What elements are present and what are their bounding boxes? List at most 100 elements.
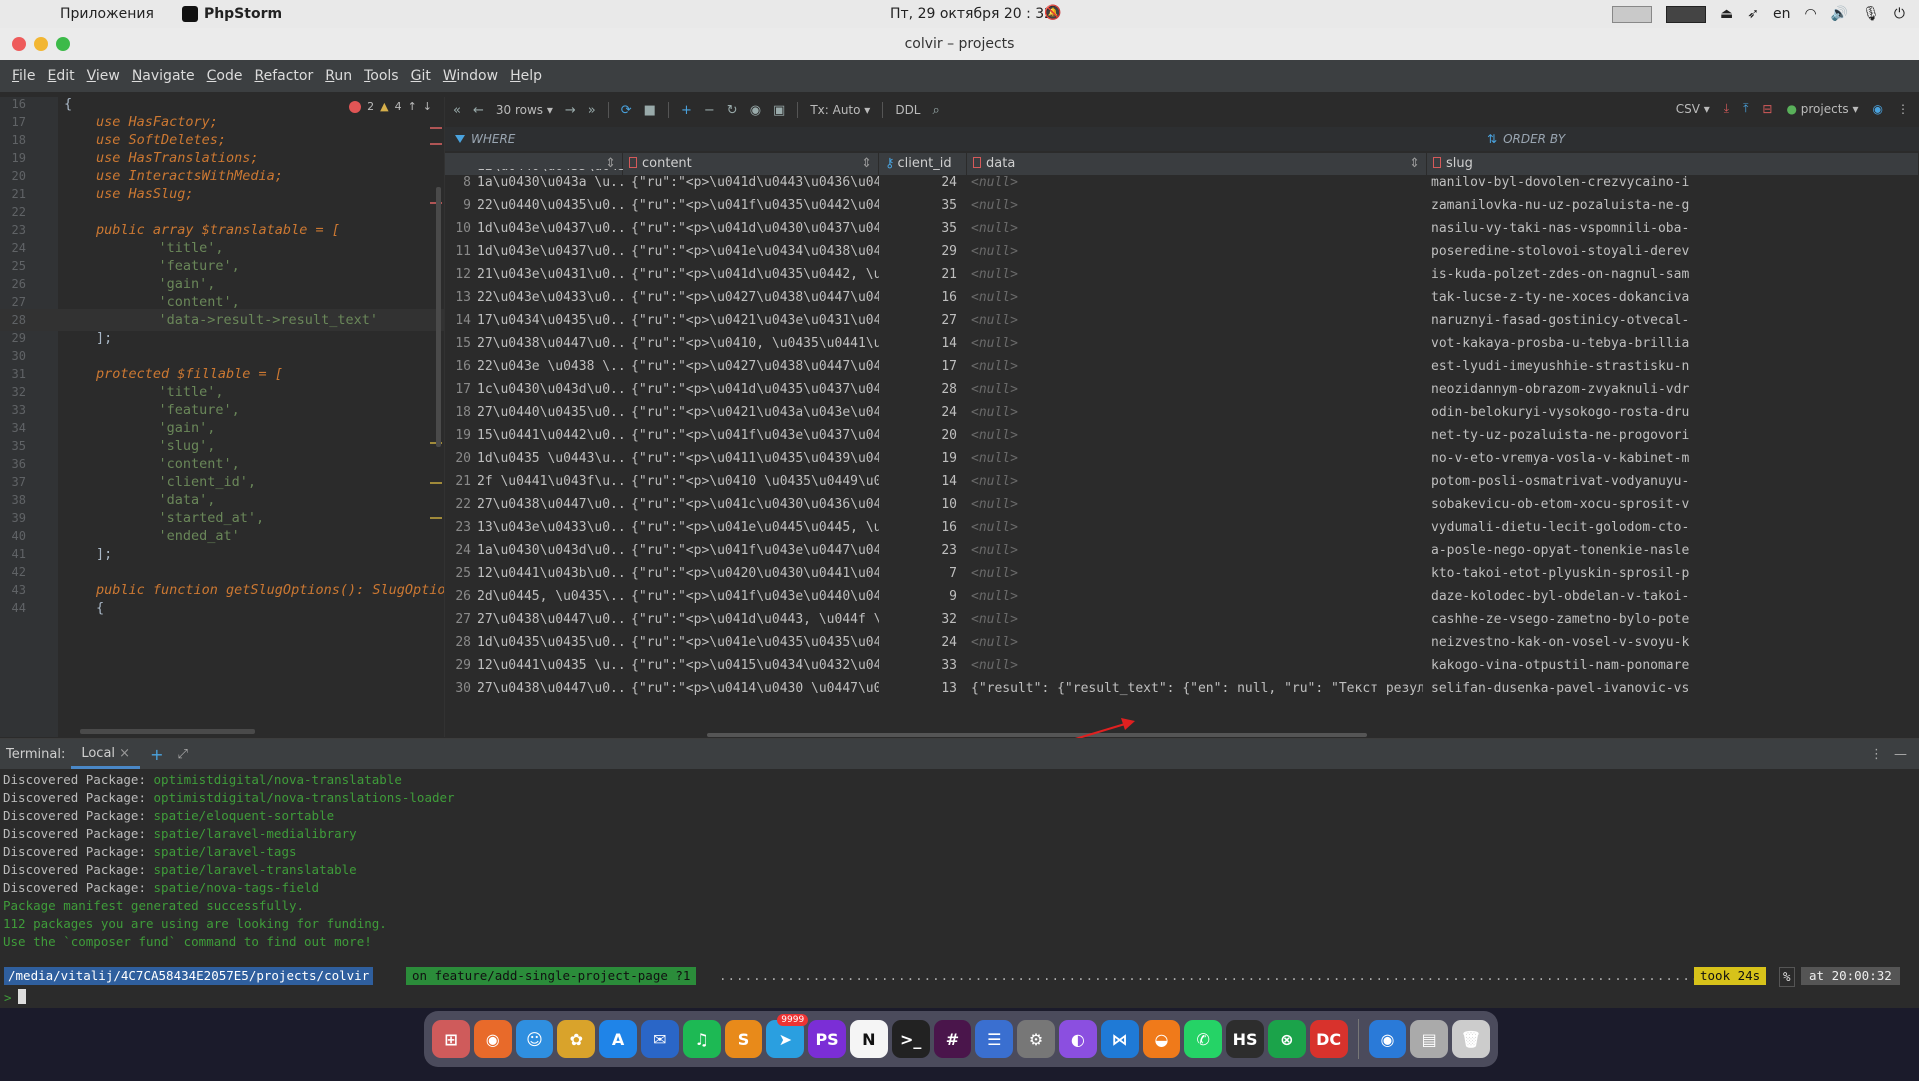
- dock-sublime-icon[interactable]: S: [724, 1020, 763, 1058]
- menu-window[interactable]: Window: [437, 68, 504, 84]
- microphone-icon[interactable]: 🎙: [1862, 6, 1880, 22]
- cell-title[interactable]: 1c\u0430\u043d\u0...: [473, 378, 623, 401]
- cell-title[interactable]: 1a\u0430\u043d\u0...: [473, 539, 623, 562]
- table-row[interactable]: 30 27\u0438\u0447\u0... {"ru":"<p>\u0414\u…: [445, 677, 1919, 700]
- cell-client-id[interactable]: 35: [879, 194, 963, 217]
- cell-client-id[interactable]: 27: [879, 309, 963, 332]
- cell-client-id[interactable]: 19: [879, 447, 963, 470]
- cell-content[interactable]: {"ru":"<p>\u0415\u0434\u0432\u0430 \u...: [627, 654, 879, 677]
- menu-edit[interactable]: Edit: [41, 68, 80, 84]
- wifi-icon[interactable]: ◠: [1804, 6, 1816, 22]
- cell-slug[interactable]: daze-kolodec-byl-obdelan-v-takoi-: [1427, 585, 1919, 608]
- view-icon[interactable]: ◉: [750, 103, 761, 118]
- cell-client-id[interactable]: 29: [879, 240, 963, 263]
- cell-data[interactable]: <null>: [967, 585, 1423, 608]
- ddl-button[interactable]: DDL: [895, 103, 920, 117]
- cell-title[interactable]: 15\u0441\u0442\u0...: [473, 424, 623, 447]
- cell-title[interactable]: 27\u0438\u0447\u0...: [473, 332, 623, 355]
- cell-title[interactable]: 1d\u0435\u0435\u0...: [473, 631, 623, 654]
- row-number[interactable]: 12: [445, 263, 471, 286]
- dock-sublime-merge-icon[interactable]: ◒: [1142, 1020, 1181, 1058]
- dark-theme-swatch[interactable]: [1666, 5, 1707, 23]
- cell-data[interactable]: <null>: [967, 171, 1423, 194]
- clock[interactable]: Пт, 29 октября 20 : 32: [890, 6, 1053, 22]
- row-number[interactable]: 25: [445, 562, 471, 585]
- cell-client-id[interactable]: 28: [879, 378, 963, 401]
- cell-data[interactable]: <null>: [967, 240, 1423, 263]
- cell-slug[interactable]: neozidannym-obrazom-zvyaknuli-vdr: [1427, 378, 1919, 401]
- row-number[interactable]: 28: [445, 631, 471, 654]
- cell-content[interactable]: {"ru":"<p>\u041d\u0435\u0442, \u043d...: [627, 263, 879, 286]
- apps-menu[interactable]: Приложения: [46, 6, 168, 22]
- cell-title[interactable]: 27\u0438\u0447\u0...: [473, 493, 623, 516]
- dock-telegram-icon[interactable]: ➤ 9999: [766, 1014, 809, 1058]
- menu-navigate[interactable]: Navigate: [126, 68, 201, 84]
- table-row[interactable]: 29 12\u0441\u0435 \u... {"ru":"<p>\u0415\u…: [445, 654, 1919, 677]
- prev-page-icon[interactable]: ←: [473, 103, 484, 118]
- cell-content[interactable]: {"ru":"<p>\u041d\u0443, \u044f \u043...: [627, 608, 879, 631]
- row-number[interactable]: 15: [445, 332, 471, 355]
- cell-data[interactable]: <null>: [967, 654, 1423, 677]
- add-row-icon[interactable]: +: [681, 103, 692, 118]
- cell-content[interactable]: {"ru":"<p>\u0421\u043a\u043e\u043b\u...: [627, 401, 879, 424]
- row-number[interactable]: 29: [445, 654, 471, 677]
- cell-slug[interactable]: zamanilovka-nu-uz-pozaluista-ne-g: [1427, 194, 1919, 217]
- editor-vertical-scrollbar[interactable]: [436, 187, 441, 447]
- cell-client-id[interactable]: 16: [879, 286, 963, 309]
- cell-title[interactable]: 13\u043e\u0433\u0...: [473, 516, 623, 539]
- cell-client-id[interactable]: 9: [879, 585, 963, 608]
- row-number[interactable]: 18: [445, 401, 471, 424]
- table-row[interactable]: 20 1d\u0435 \u0443\u... {"ru":"<p>\u0411\u…: [445, 447, 1919, 470]
- menu-refactor[interactable]: Refactor: [248, 68, 319, 84]
- dock-trash-icon[interactable]: 🗑: [1452, 1020, 1490, 1058]
- dock-firefox-icon[interactable]: ◉: [473, 1020, 512, 1058]
- cell-title[interactable]: 2d\u0445, \u0435\...: [473, 585, 623, 608]
- table-row[interactable]: 9 22\u0440\u0435\u0... {"ru":"<p>\u041f\u0…: [445, 194, 1919, 217]
- dock-settings-switch-icon[interactable]: ☰: [975, 1020, 1014, 1058]
- dock-app-store-icon[interactable]: A: [599, 1020, 637, 1058]
- cell-client-id[interactable]: 24: [879, 401, 963, 424]
- table-row[interactable]: 11 1d\u043e\u0437\u0... {"ru":"<p>\u041e\u…: [445, 240, 1919, 263]
- cell-client-id[interactable]: 24: [879, 171, 963, 194]
- cell-title[interactable]: 27\u0438\u0447\u0...: [473, 608, 623, 631]
- cell-slug[interactable]: cashhe-ze-vsego-zametno-bylo-pote: [1427, 608, 1919, 631]
- cell-client-id[interactable]: 16: [879, 516, 963, 539]
- row-number[interactable]: 9: [445, 194, 471, 217]
- eye-icon[interactable]: ◉: [1873, 102, 1883, 116]
- dock-finder-icon[interactable]: ☺: [515, 1020, 554, 1058]
- cell-data[interactable]: <null>: [967, 631, 1423, 654]
- upload-icon[interactable]: ⤒: [1743, 101, 1748, 116]
- cell-slug[interactable]: vot-kakaya-prosba-u-tebya-brillia: [1427, 332, 1919, 355]
- cell-slug[interactable]: a-posle-nego-opyat-tonenkie-nasle: [1427, 539, 1919, 562]
- hide-panel-icon[interactable]: —: [1894, 747, 1907, 762]
- cell-content[interactable]: {"ru":"<p>\u041f\u043e\u0447\u0442\u...: [627, 539, 879, 562]
- cell-client-id[interactable]: 33: [879, 654, 963, 677]
- row-number[interactable]: 20: [445, 447, 471, 470]
- first-page-icon[interactable]: «: [453, 103, 461, 118]
- cell-content[interactable]: {"ru":"<p>\u0421\u043e\u0431\u0430\u...: [627, 309, 879, 332]
- cell-data[interactable]: <null>: [967, 194, 1423, 217]
- download-icon[interactable]: ⤓: [1724, 101, 1729, 116]
- last-page-icon[interactable]: »: [588, 103, 596, 118]
- menu-git[interactable]: Git: [405, 68, 437, 84]
- row-number[interactable]: 22: [445, 493, 471, 516]
- dock-dbeaver-icon[interactable]: DC: [1309, 1020, 1348, 1058]
- minimize-window-button[interactable]: [34, 37, 48, 51]
- power-icon[interactable]: ⏻: [1894, 6, 1905, 22]
- stop-icon[interactable]: ■: [644, 103, 656, 118]
- close-tab-icon[interactable]: ×: [119, 746, 130, 761]
- cell-client-id[interactable]: 14: [879, 470, 963, 493]
- dock-thunderbird-icon[interactable]: ✉: [640, 1020, 679, 1058]
- terminal-options-icon[interactable]: ⋮: [1870, 747, 1883, 762]
- cell-title[interactable]: 1a\u0430\u043a \u...: [473, 171, 623, 194]
- table-row[interactable]: 16 22\u043e \u0438 \... {"ru":"<p>\u0427\u…: [445, 355, 1919, 378]
- export-format-select[interactable]: CSV ▾: [1676, 102, 1710, 116]
- menu-view[interactable]: View: [81, 68, 126, 84]
- row-number[interactable]: 27: [445, 608, 471, 631]
- table-row[interactable]: 13 22\u043e\u0433\u0... {"ru":"<p>\u0427\u…: [445, 286, 1919, 309]
- expand-icon[interactable]: ⤢: [173, 747, 191, 762]
- terminal-tab-local[interactable]: Local ×: [71, 739, 141, 769]
- row-number[interactable]: 30: [445, 677, 471, 700]
- transaction-mode-select[interactable]: Tx: Auto ▾: [810, 103, 870, 117]
- cell-data[interactable]: <null>: [967, 608, 1423, 631]
